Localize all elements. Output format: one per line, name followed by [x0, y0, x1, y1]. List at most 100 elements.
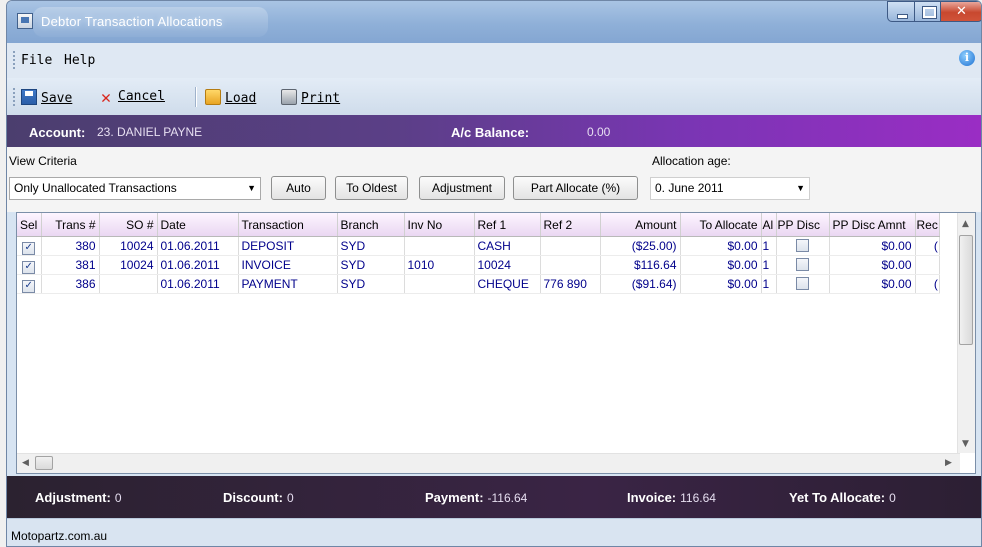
col-sel[interactable]: Sel: [17, 213, 42, 237]
status-bar: Motopartz.com.au: [7, 518, 981, 546]
cell-to-allocate[interactable]: $0.00: [680, 236, 762, 256]
auto-button[interactable]: Auto: [271, 176, 326, 200]
chevron-down-icon[interactable]: ▼: [247, 178, 256, 199]
horizontal-scroll-thumb[interactable]: [35, 456, 53, 470]
checkbox-checked-icon[interactable]: ✓: [22, 242, 36, 255]
adjustment-button[interactable]: Adjustment: [419, 176, 505, 200]
invoice-total: Invoice: 116.64: [627, 490, 716, 505]
cell-so: [99, 274, 158, 294]
cell-branch: SYD: [337, 255, 405, 275]
part-allocate-button[interactable]: Part Allocate (%): [513, 176, 638, 200]
scroll-up-icon[interactable]: ▲: [962, 219, 969, 229]
cell-so: 10024: [99, 255, 158, 275]
allocation-age-select[interactable]: 0. June 2011 ▼: [650, 177, 810, 200]
allocation-age-value: 0. June 2011: [655, 181, 724, 195]
payment-total-label: Payment:: [425, 490, 484, 505]
col-amount[interactable]: Amount: [600, 213, 681, 237]
col-branch[interactable]: Branch: [337, 213, 405, 237]
menu-help[interactable]: Help: [64, 53, 95, 68]
cell-pp-disc-amnt: $0.00: [829, 255, 916, 275]
chevron-down-icon[interactable]: ▼: [796, 178, 805, 199]
balance-label: A/c Balance:: [451, 125, 530, 140]
col-inv-no[interactable]: Inv No: [404, 213, 475, 237]
save-icon: [21, 89, 37, 105]
account-value: 23. DANIEL PAYNE: [97, 125, 203, 139]
view-criteria-label: View Criteria: [9, 154, 77, 168]
col-pp-disc-amnt[interactable]: PP Disc Amnt: [829, 213, 916, 237]
cell-date: 01.06.2011: [157, 236, 239, 256]
load-button[interactable]: Load: [205, 89, 256, 107]
adjustment-total-label: Adjustment:: [35, 490, 111, 505]
cell-ref1: CHEQUE: [474, 274, 541, 294]
pp-disc-checkbox[interactable]: [776, 274, 830, 294]
app-icon[interactable]: [17, 13, 33, 29]
cancel-label: Cancel: [118, 89, 165, 104]
vertical-scrollbar[interactable]: ▲ ▼: [957, 213, 975, 453]
col-transaction[interactable]: Transaction: [238, 213, 338, 237]
payment-total: Payment: -116.64: [425, 490, 527, 505]
col-al[interactable]: Al: [761, 213, 777, 237]
menu-file[interactable]: File: [21, 53, 52, 68]
sel-checkbox[interactable]: ✓: [17, 274, 42, 294]
col-ref2[interactable]: Ref 2: [540, 213, 601, 237]
table-row[interactable]: ✓ 381 10024 01.06.2011 INVOICE SYD 1010 …: [17, 255, 940, 275]
invoice-total-label: Invoice:: [627, 490, 677, 505]
table-row[interactable]: ✓ 380 10024 01.06.2011 DEPOSIT SYD CASH …: [17, 236, 940, 256]
scroll-down-icon[interactable]: ▼: [962, 439, 969, 449]
cell-rec: [915, 255, 940, 275]
cell-trans: 380: [41, 236, 100, 256]
col-ref1[interactable]: Ref 1: [474, 213, 541, 237]
allocation-age-label: Allocation age:: [652, 154, 731, 168]
load-label: Load: [225, 91, 257, 106]
cell-pp-disc-amnt: $0.00: [829, 274, 916, 294]
pp-disc-checkbox[interactable]: [776, 236, 830, 256]
scroll-left-icon[interactable]: ◀: [22, 458, 29, 468]
yet-to-allocate-value: 0: [889, 491, 896, 505]
view-criteria-select[interactable]: Only Unallocated Transactions ▼: [9, 177, 261, 200]
minimize-button[interactable]: [887, 1, 915, 22]
cell-to-allocate[interactable]: $0.00: [680, 255, 762, 275]
checkbox-checked-icon[interactable]: ✓: [22, 280, 36, 293]
col-date[interactable]: Date: [157, 213, 239, 237]
cell-amount: ($25.00): [600, 236, 681, 256]
invoice-total-value: 116.64: [680, 491, 716, 505]
sel-checkbox[interactable]: ✓: [17, 255, 42, 275]
cell-inv-no: 1010: [404, 255, 475, 275]
sel-checkbox[interactable]: ✓: [17, 236, 42, 256]
yet-to-allocate-total: Yet To Allocate: 0: [789, 490, 896, 505]
col-pp-disc[interactable]: PP Disc: [776, 213, 830, 237]
save-button[interactable]: Save: [21, 89, 72, 107]
checkbox-unchecked-icon[interactable]: [796, 258, 809, 271]
cell-to-allocate[interactable]: $0.00: [680, 274, 762, 294]
account-label: Account:: [29, 125, 86, 140]
col-trans[interactable]: Trans #: [41, 213, 100, 237]
folder-icon: [205, 89, 221, 105]
close-button[interactable]: ✕: [940, 1, 981, 22]
cell-so: 10024: [99, 236, 158, 256]
menu-grip: [13, 51, 17, 69]
transactions-grid: Sel Trans # SO # Date Transaction Branch…: [16, 212, 976, 474]
cell-date: 01.06.2011: [157, 274, 239, 294]
col-so[interactable]: SO #: [99, 213, 158, 237]
horizontal-scrollbar[interactable]: ◀ ▶: [17, 453, 960, 473]
cell-ref1: CASH: [474, 236, 541, 256]
title-bar[interactable]: Debtor Transaction Allocations ✕: [7, 1, 981, 43]
maximize-button[interactable]: [914, 1, 941, 22]
cell-pp-disc-amnt: $0.00: [829, 236, 916, 256]
cancel-button[interactable]: ✕ Cancel: [98, 89, 165, 107]
col-to-allocate[interactable]: To Allocate: [680, 213, 762, 237]
checkbox-checked-icon[interactable]: ✓: [22, 261, 36, 274]
col-rec[interactable]: Rec: [915, 213, 940, 237]
transactions-table: Sel Trans # SO # Date Transaction Branch…: [17, 213, 940, 294]
menu-bar: File Help: [7, 43, 981, 78]
checkbox-unchecked-icon[interactable]: [796, 239, 809, 252]
table-row[interactable]: ✓ 386 01.06.2011 PAYMENT SYD CHEQUE 776 …: [17, 274, 940, 294]
info-icon[interactable]: i: [959, 50, 975, 66]
discount-total-value: 0: [286, 491, 294, 505]
vertical-scroll-thumb[interactable]: [959, 235, 973, 345]
pp-disc-checkbox[interactable]: [776, 255, 830, 275]
print-button[interactable]: Print: [281, 89, 340, 107]
checkbox-unchecked-icon[interactable]: [796, 277, 809, 290]
to-oldest-button[interactable]: To Oldest: [335, 176, 408, 200]
scroll-right-icon[interactable]: ▶: [945, 458, 952, 468]
